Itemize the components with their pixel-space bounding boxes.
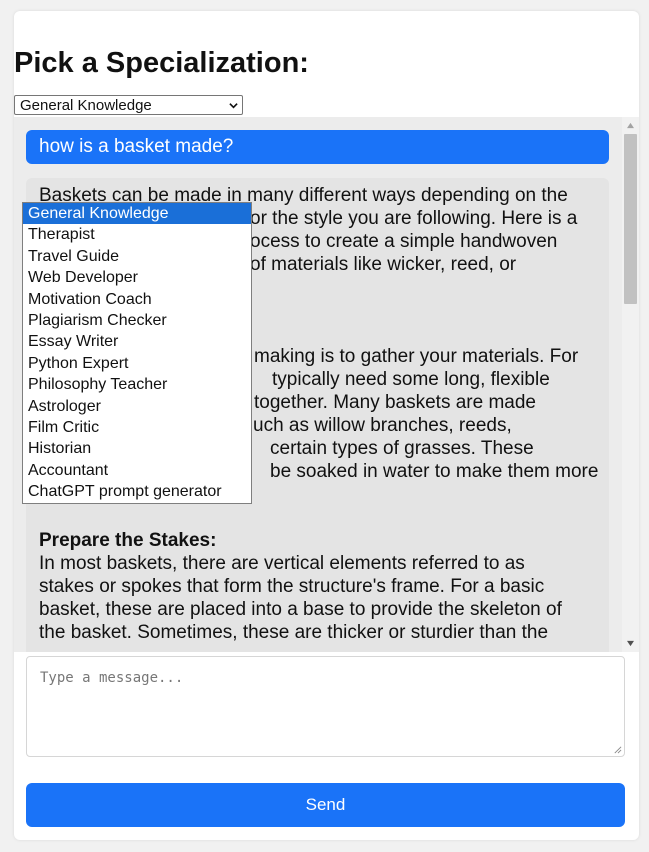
scroll-down-arrow-icon[interactable]: [626, 640, 635, 647]
dropdown-option[interactable]: Motivation Coach: [23, 289, 251, 310]
section-heading: Prepare the Stakes:: [39, 530, 217, 551]
section-line: stakes or spokes that form the structure…: [39, 576, 545, 597]
message-input[interactable]: Type a message...: [26, 656, 625, 757]
chat-scrollbar[interactable]: [622, 117, 639, 652]
assistant-line: be soaked in water to make them more: [270, 461, 599, 482]
dropdown-option[interactable]: Travel Guide: [23, 246, 251, 267]
section-line: the basket. Sometimes, these are thicker…: [39, 622, 549, 643]
dropdown-option[interactable]: Philosophy Teacher: [23, 374, 251, 395]
chevron-down-icon: [229, 103, 238, 109]
assistant-line: typically need some long, flexible: [272, 369, 550, 390]
assistant-line: of materials like wicker, reed, or: [250, 254, 517, 275]
assistant-line: or the style you are following. Here is …: [250, 208, 578, 229]
dropdown-option[interactable]: Python Expert: [23, 353, 251, 374]
dropdown-option[interactable]: Astrologer: [23, 396, 251, 417]
scrollbar-thumb[interactable]: [624, 134, 637, 304]
send-button[interactable]: Send: [26, 783, 625, 827]
assistant-line: making is to gather your materials. For: [254, 346, 579, 367]
dropdown-option[interactable]: Accountant: [23, 460, 251, 481]
dropdown-option[interactable]: Film Critic: [23, 417, 251, 438]
dropdown-option[interactable]: Web Developer: [23, 267, 251, 288]
dropdown-option[interactable]: Therapist: [23, 224, 251, 245]
specialization-selected-value: General Knowledge: [20, 97, 152, 114]
dropdown-option[interactable]: Historian: [23, 438, 251, 459]
dropdown-option[interactable]: Essay Writer: [23, 331, 251, 352]
assistant-line: uch as willow branches, reeds,: [253, 415, 512, 436]
user-message: how is a basket made?: [26, 130, 609, 164]
page-title: Pick a Specialization:: [14, 47, 309, 79]
section-line: In most baskets, there are vertical elem…: [39, 553, 525, 574]
section-line: basket, these are placed into a base to …: [39, 599, 562, 620]
message-input-placeholder: Type a message...: [40, 670, 184, 686]
specialization-dropdown-list[interactable]: General Knowledge Therapist Travel Guide…: [22, 202, 252, 504]
dropdown-option[interactable]: Plagiarism Checker: [23, 310, 251, 331]
resize-grip-icon[interactable]: [613, 745, 622, 754]
assistant-line: together. Many baskets are made: [254, 392, 536, 413]
assistant-line: certain types of grasses. These: [270, 438, 534, 459]
assistant-line: ocess to create a simple handwoven: [250, 231, 558, 252]
dropdown-option[interactable]: General Knowledge: [23, 203, 251, 225]
scroll-up-arrow-icon[interactable]: [626, 122, 635, 129]
specialization-select[interactable]: General Knowledge: [14, 95, 243, 115]
dropdown-option[interactable]: ChatGPT prompt generator: [23, 481, 251, 502]
